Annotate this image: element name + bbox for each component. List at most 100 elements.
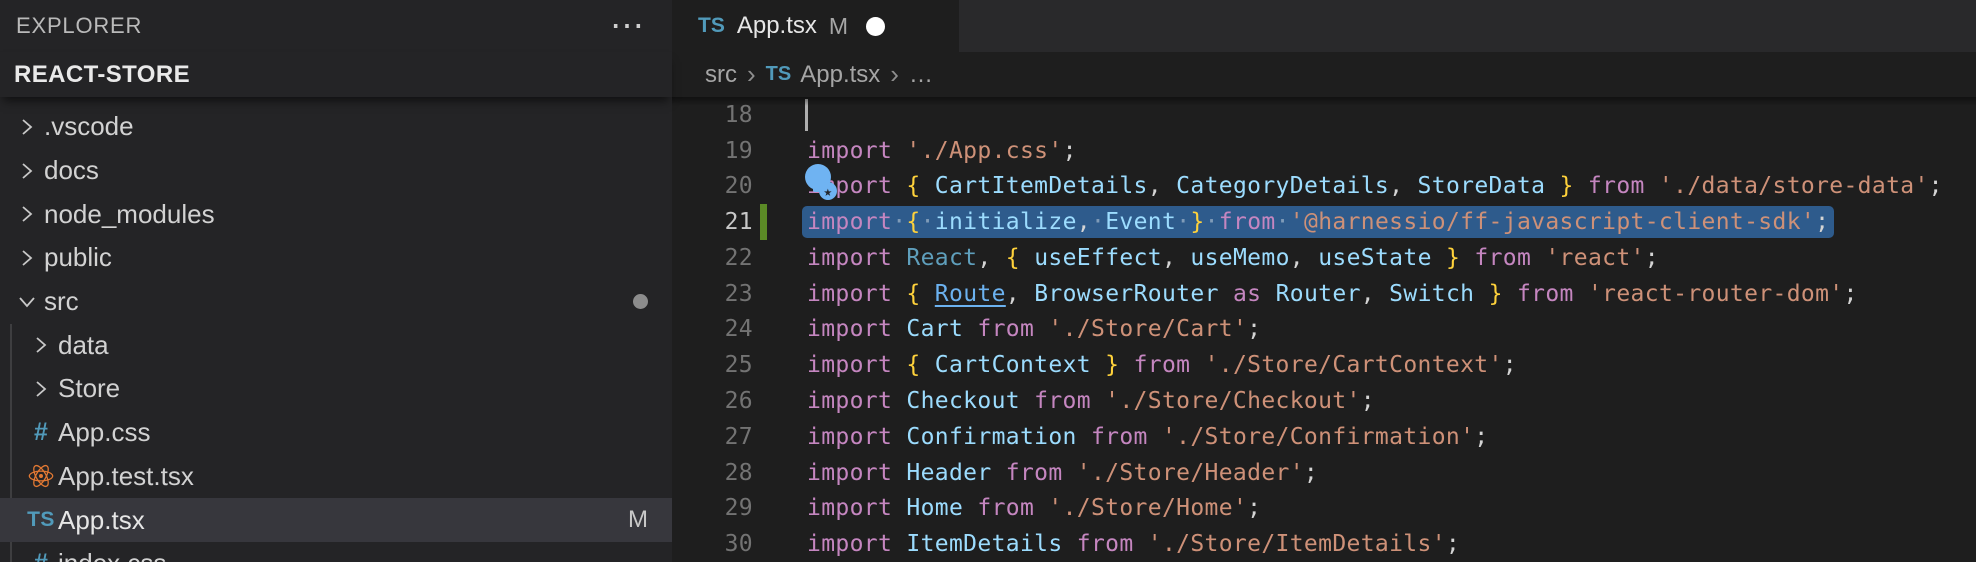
chevron-right-icon [24,376,58,402]
explorer-title: EXPLORER [16,13,142,39]
breadcrumb-file[interactable]: App.tsx [800,61,880,89]
line-number[interactable]: 23 [672,281,753,307]
tree-item-docs[interactable]: docs [0,149,672,193]
breadcrumb-folder[interactable]: src [705,61,737,89]
tree-item-label: App.test.tsx [58,461,194,492]
code-line-content[interactable]: import Confirmation from './Store/Confir… [807,424,1489,450]
chevron-right-icon [10,201,44,227]
tree-item-label: Store [58,373,120,404]
code-line-19[interactable]: 19 import './App.css'; [672,133,1976,169]
file-tree: .vscode docsnode_modulespublic src data Stor… [0,97,672,562]
line-number[interactable]: 29 [672,495,753,521]
text-cursor [805,99,808,131]
chevron-right-icon [24,332,58,358]
line-number[interactable]: 20 [672,173,753,199]
code-line-content[interactable]: import { CartItemDetails, CategoryDetail… [807,173,1943,199]
code-line-25[interactable]: 25 import { CartContext } from './Store/C… [672,347,1976,383]
tree-item-data[interactable]: data [0,323,672,367]
code-line-27[interactable]: 27 import Confirmation from './Store/Conf… [672,419,1976,455]
tree-item-index.css[interactable]: #index.css [0,542,672,562]
chevron-right-icon: › [747,59,756,90]
css-file-icon: # [24,549,58,562]
line-number[interactable]: 22 [672,245,753,271]
vscode-window: EXPLORER ⋯ REACT-STORE .vscode docsnode_m… [0,0,1976,562]
whitespace-dot: · [1091,209,1105,235]
quickfix-lightbulb-icon[interactable]: ★ [802,163,842,205]
tree-item-label: .vscode [44,111,134,142]
line-number[interactable]: 25 [672,352,753,378]
project-name: REACT-STORE [14,61,190,89]
project-section-header[interactable]: REACT-STORE [0,52,672,97]
css-file-icon: # [24,418,58,447]
line-number[interactable]: 21 [672,209,753,235]
code-line-content[interactable]: import Home from './Store/Home'; [807,495,1261,521]
whitespace-dot: · [1276,209,1290,235]
tree-item-app.tsx[interactable]: TSApp.tsx M [0,498,672,542]
line-number[interactable]: 30 [672,531,753,557]
code-line-content[interactable]: import Header from './Store/Header'; [807,460,1318,486]
tree-item-node_modules[interactable]: node_modules [0,192,672,236]
chevron-right-icon [10,114,44,140]
tab-title: App.tsx [737,12,817,40]
code-lines: 18 19 import './App.css'; 20 import { CartIt… [672,97,1976,562]
git-modified-badge: M [628,506,648,534]
breadcrumb: src › TS App.tsx › … [672,52,1976,97]
chevron-right-icon [10,245,44,271]
code-line-22[interactable]: 22 import React, { useEffect, useMemo, us… [672,240,1976,276]
typescript-icon: TS [698,14,725,38]
code-line-content[interactable]: import Checkout from './Store/Checkout'; [807,388,1375,414]
chevron-right-icon: › [890,59,899,90]
tree-item-label: App.tsx [58,505,145,536]
modified-dot-badge [633,294,648,309]
tree-item-label: src [44,286,79,317]
tab-app-tsx[interactable]: TS App.tsx M [672,0,959,52]
editor-group: TS App.tsx M src › TS App.tsx › … 18 19 im… [672,0,1976,562]
explorer-header: EXPLORER ⋯ [0,0,672,52]
code-line-content[interactable]: import Cart from './Store/Cart'; [807,316,1261,342]
whitespace-dot: · [921,209,935,235]
code-editor[interactable]: 18 19 import './App.css'; 20 import { CartIt… [672,97,1976,562]
svg-text:★: ★ [824,184,833,200]
line-number[interactable]: 24 [672,316,753,342]
line-number[interactable]: 28 [672,460,753,486]
more-actions-icon[interactable]: ⋯ [610,21,646,31]
ts-file-icon: TS [24,508,58,532]
tree-item-app.css[interactable]: #App.css [0,411,672,455]
line-number[interactable]: 26 [672,388,753,414]
explorer-sidebar: EXPLORER ⋯ REACT-STORE .vscode docsnode_m… [0,0,672,562]
tree-item-app.test.tsx[interactable]: App.test.tsx [0,455,672,499]
breadcrumb-symbol-ellipsis[interactable]: … [909,61,933,89]
git-modified-badge: M [829,13,848,40]
code-line-21[interactable]: 21 import·{·initialize,·Event·}·from·'@ha… [672,204,1976,240]
tree-item-store[interactable]: Store [0,367,672,411]
code-line-content[interactable]: import { Route, BrowserRouter as Router,… [807,281,1858,307]
code-line-content[interactable]: import React, { useEffect, useMemo, useS… [807,245,1659,271]
whitespace-dot: · [1176,209,1190,235]
line-number[interactable]: 27 [672,424,753,450]
react-file-icon [24,462,58,490]
code-line-23[interactable]: 23 import { Route, BrowserRouter as Route… [672,276,1976,312]
tree-item-.vscode[interactable]: .vscode [0,105,672,149]
code-line-24[interactable]: 24 import Cart from './Store/Cart'; [672,312,1976,348]
code-line-20[interactable]: 20 import { CartItemDetails, CategoryDeta… [672,169,1976,205]
tree-item-label: index.css [58,548,166,562]
code-line-29[interactable]: 29 import Home from './Store/Home'; [672,490,1976,526]
code-line-content[interactable]: import { CartContext } from './Store/Car… [807,352,1517,378]
code-line-30[interactable]: 30 import ItemDetails from './Store/ItemD… [672,526,1976,562]
code-line-content[interactable]: import·{·initialize,·Event·}·from·'@harn… [802,206,1834,238]
line-number[interactable]: 19 [672,138,753,164]
tree-item-label: public [44,242,112,273]
tree-item-label: App.css [58,417,151,448]
tree-item-src[interactable]: src [0,280,672,324]
tree-item-public[interactable]: public [0,236,672,280]
code-line-18[interactable]: 18 [672,97,1976,133]
code-line-content[interactable]: import './App.css'; [807,138,1077,164]
chevron-right-icon [10,158,44,184]
tab-strip: TS App.tsx M [672,0,1976,52]
unsaved-changes-dot-icon[interactable] [866,17,885,36]
code-line-content[interactable]: import ItemDetails from './Store/ItemDet… [807,531,1460,557]
code-line-26[interactable]: 26 import Checkout from './Store/Checkout… [672,383,1976,419]
code-line-28[interactable]: 28 import Header from './Store/Header'; [672,455,1976,491]
line-number[interactable]: 18 [672,102,753,128]
whitespace-dot: · [892,209,906,235]
